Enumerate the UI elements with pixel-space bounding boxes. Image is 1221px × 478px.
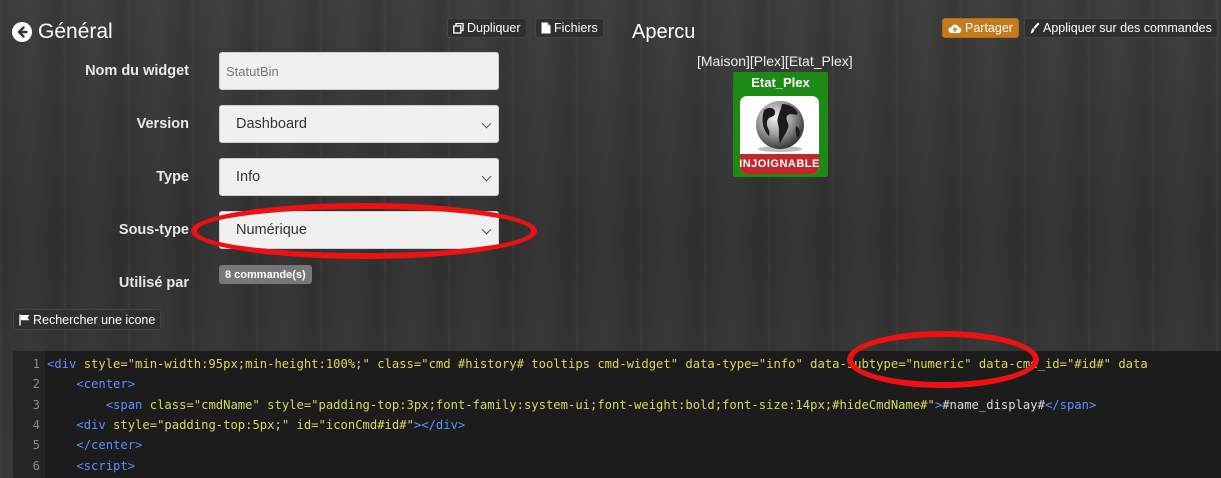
version-select[interactable]: Dashboard — [219, 105, 499, 143]
code-token: "cmdName" — [193, 397, 268, 412]
cloud-upload-icon — [948, 24, 962, 33]
line-number: 4 — [32, 417, 40, 432]
apply-commands-button[interactable]: Appliquer sur des commandes — [1024, 18, 1218, 38]
code-token: "padding-top:5px;" — [157, 417, 297, 432]
widget-name-input[interactable]: StatutBin — [219, 52, 499, 90]
search-icon-label: Rechercher une icone — [33, 312, 156, 327]
code-token: data-type= — [685, 357, 759, 371]
globe-status-image: INJOIGNABLE — [740, 96, 819, 174]
back-arrow-icon[interactable] — [12, 22, 32, 42]
code-line[interactable]: 5 </center> — [13, 435, 143, 455]
code-token: "cmd #history# tooltips cmd-widget" — [421, 357, 686, 371]
code-text: <center> — [46, 377, 135, 391]
subtype-label: Sous-type — [118, 222, 189, 238]
line-number: 2 — [32, 377, 40, 392]
code-token: style= — [267, 397, 312, 412]
code-token: id= — [296, 417, 319, 432]
search-icon-button[interactable]: Rechercher une icone — [13, 309, 162, 330]
apply-commands-label: Appliquer sur des commandes — [1043, 21, 1212, 35]
flag-icon — [19, 314, 30, 325]
duplicate-button[interactable]: Dupliquer — [447, 18, 527, 38]
code-text: <span class="cmdName" style="padding-top… — [46, 397, 1097, 412]
code-line[interactable]: 4 <div style="padding-top:5px;" id="icon… — [13, 415, 466, 435]
chevron-down-icon — [481, 171, 492, 182]
widget-name-label: Nom du widget — [85, 63, 189, 79]
code-token: "iconCmd#id#" — [318, 417, 414, 432]
code-token: <div — [47, 357, 84, 371]
line-number: 5 — [32, 438, 40, 453]
chevron-down-icon — [481, 118, 492, 129]
file-icon — [541, 22, 551, 34]
code-token: <center> — [76, 377, 136, 392]
code-text: <div style="padding-top:5px;" id="iconCm… — [46, 418, 465, 432]
line-number: 6 — [32, 458, 40, 473]
code-token: data-cmd_id= — [978, 357, 1067, 371]
globe-icon — [756, 101, 804, 152]
used-by-badge[interactable]: 8 commande(s) — [219, 265, 312, 284]
code-token: "info" — [758, 357, 811, 371]
status-banner: INJOIGNABLE — [740, 154, 819, 174]
code-token: data-subtype= — [810, 357, 906, 371]
duplicate-label: Dupliquer — [467, 21, 521, 35]
page-title-group: Général — [12, 20, 113, 44]
type-label: Type — [156, 169, 189, 185]
version-label: Version — [136, 116, 189, 132]
code-editor[interactable]: 1 <div style="min-width:95px;min-height:1… — [13, 351, 1221, 478]
copy-icon — [453, 22, 464, 34]
code-token: </center> — [76, 438, 143, 453]
code-token: class= — [377, 357, 422, 371]
files-button[interactable]: Fichiers — [535, 18, 604, 38]
code-token: <script> — [76, 458, 136, 473]
code-text: <script> — [46, 459, 135, 473]
subtype-value: Numérique — [236, 222, 307, 238]
code-token: #name_display# — [942, 397, 1045, 412]
type-select[interactable]: Info — [219, 158, 499, 196]
files-label: Fichiers — [554, 21, 598, 35]
code-text: </center> — [46, 438, 142, 452]
code-token: ></div> — [413, 417, 466, 432]
code-token: "numeric" — [905, 357, 979, 371]
type-value: Info — [236, 169, 261, 185]
code-token: class= — [149, 397, 194, 412]
code-token: style= — [113, 417, 158, 432]
code-text: <div style="min-width:95px;min-height:10… — [46, 357, 1148, 371]
code-token: data — [1118, 357, 1148, 371]
preview-path: [Maison][Plex][Etat_Plex] — [697, 53, 853, 69]
page-title: Général — [38, 20, 113, 43]
code-token: <span — [105, 397, 150, 412]
code-token: <div — [76, 417, 114, 432]
code-token: "padding-top:3px;font-family:system-ui;f… — [311, 397, 935, 412]
line-number: 1 — [32, 357, 40, 371]
used-by-label: Utilisé par — [118, 275, 189, 291]
share-button[interactable]: Partager — [942, 18, 1019, 38]
code-line[interactable]: 2 <center> — [13, 374, 135, 394]
chevron-down-icon — [481, 224, 492, 235]
subtype-select[interactable]: Numérique — [219, 211, 499, 249]
code-token: style= — [83, 357, 128, 371]
widget-preview-title: Etat_Plex — [751, 75, 810, 90]
brush-icon — [1030, 22, 1040, 34]
code-token: "#id#" — [1066, 357, 1119, 371]
preview-title: Apercu — [632, 21, 696, 43]
code-line[interactable]: 3 <span class="cmdName" style="padding-t… — [13, 395, 1097, 415]
code-line[interactable]: 6 <script> — [13, 456, 135, 476]
code-token: </span> — [1044, 397, 1097, 412]
version-value: Dashboard — [236, 116, 307, 132]
line-number: 3 — [32, 397, 40, 412]
share-label: Partager — [965, 21, 1013, 35]
code-line[interactable]: 1 <div style="min-width:95px;min-height:1… — [13, 354, 1148, 374]
widget-preview-tile: Etat_Plex INJOIGNABLE — [733, 72, 828, 177]
code-token: "min-width:95px;min-height:100%;" — [127, 357, 378, 371]
